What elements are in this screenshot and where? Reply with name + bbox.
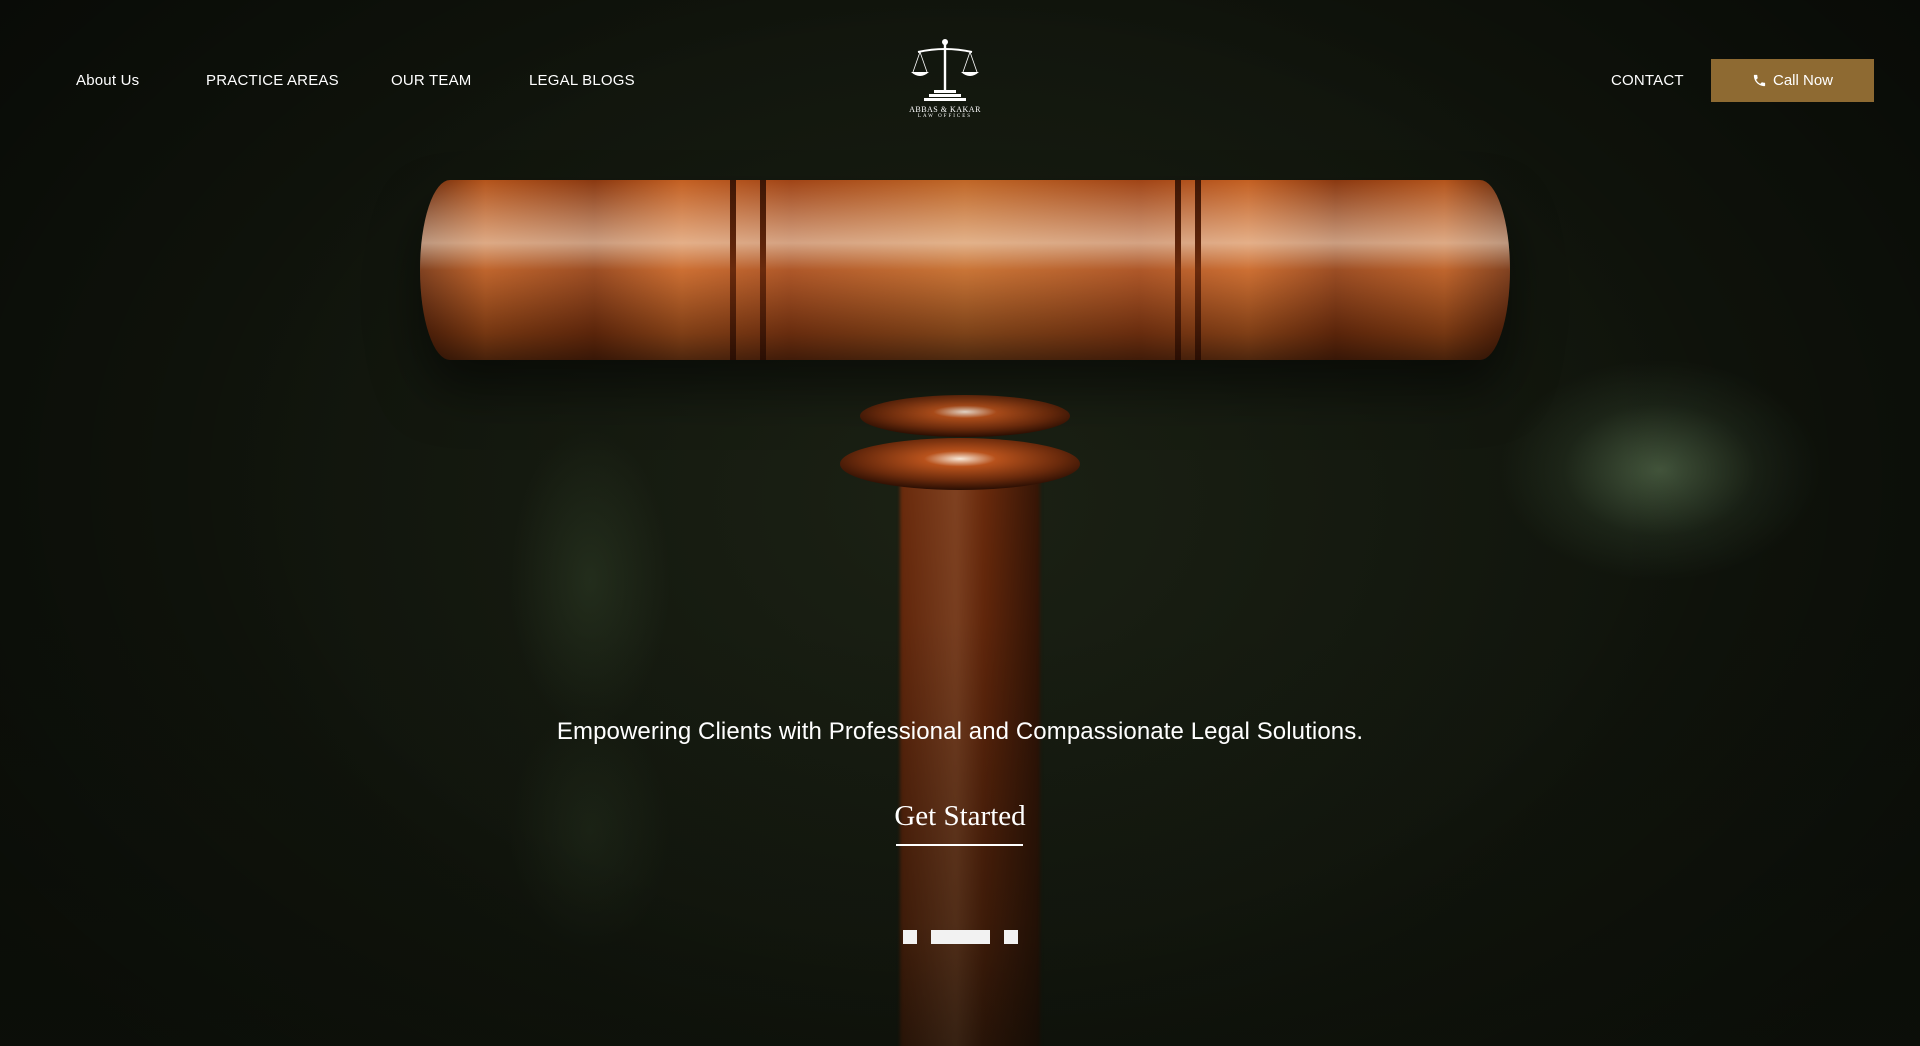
logo-name: ABBAS & KAKAR — [909, 105, 981, 114]
nav-contact[interactable]: CONTACT — [1611, 72, 1684, 89]
get-started-link[interactable]: Get Started — [860, 800, 1060, 833]
call-now-label: Call Now — [1772, 72, 1833, 89]
scales-of-justice-icon — [911, 39, 979, 101]
nav-our-team[interactable]: OUR TEAM — [391, 72, 472, 89]
site-logo[interactable]: ABBAS & KAKAR LAW OFFICES — [908, 38, 982, 126]
background-overlay — [0, 620, 1920, 1046]
site-header: About Us PRACTICE AREAS OUR TEAM LEGAL B… — [0, 0, 1920, 160]
slider-pagination — [903, 930, 1018, 944]
nav-about-us[interactable]: About Us — [76, 72, 139, 89]
phone-icon — [1753, 74, 1766, 87]
slider-dot-2-active[interactable] — [931, 930, 990, 944]
call-now-button[interactable]: Call Now — [1711, 59, 1874, 102]
nav-practice-areas[interactable]: PRACTICE AREAS — [206, 72, 339, 89]
hero-tagline: Empowering Clients with Professional and… — [556, 718, 1364, 745]
hero-section: About Us PRACTICE AREAS OUR TEAM LEGAL B… — [0, 0, 1920, 1046]
slider-dot-3[interactable] — [1004, 930, 1018, 944]
slider-dot-1[interactable] — [903, 930, 917, 944]
nav-legal-blogs[interactable]: LEGAL BLOGS — [529, 72, 635, 89]
logo-subtitle: LAW OFFICES — [917, 114, 973, 119]
get-started-underline — [896, 844, 1023, 846]
